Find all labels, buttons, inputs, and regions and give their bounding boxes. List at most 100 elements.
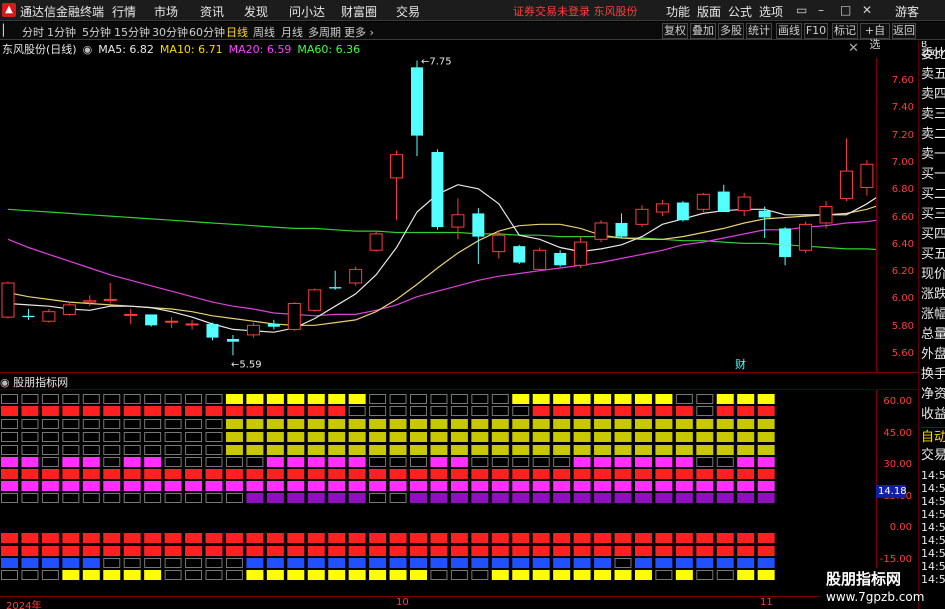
sidebar-time: 14:56 bbox=[921, 482, 945, 495]
indicator-block bbox=[675, 533, 693, 543]
indicator-block bbox=[757, 419, 775, 429]
indicator-block bbox=[471, 546, 489, 556]
indicator-block-empty bbox=[21, 394, 39, 404]
indicator-block bbox=[307, 469, 325, 479]
indicator-block bbox=[82, 558, 100, 568]
indicator-block-empty bbox=[41, 419, 59, 429]
indicator-block bbox=[123, 481, 141, 491]
indicator-block-empty bbox=[21, 570, 39, 580]
indicator-block bbox=[348, 570, 366, 580]
indicator-block bbox=[634, 570, 652, 580]
indicator-block bbox=[348, 469, 366, 479]
indicator-block bbox=[410, 419, 427, 429]
kline-chart[interactable]: ←7.75 ←5.59 财 bbox=[0, 0, 876, 596]
indicator-block bbox=[307, 457, 325, 467]
date-axis: 2024年 10 11 bbox=[0, 596, 918, 609]
indicator-block bbox=[225, 546, 243, 556]
indicator-block bbox=[21, 457, 39, 467]
indicator-block bbox=[287, 493, 305, 503]
indicator-block-empty bbox=[82, 394, 100, 404]
indicator-block bbox=[62, 570, 80, 580]
indicator-block bbox=[225, 406, 243, 416]
indicator-block bbox=[389, 481, 407, 491]
indicator-block bbox=[430, 558, 448, 568]
indicator-block-empty bbox=[164, 570, 182, 580]
indicator-block-empty bbox=[41, 457, 59, 467]
indicator-block bbox=[328, 493, 346, 503]
indicator-block-empty bbox=[123, 558, 141, 568]
indicator-block-empty bbox=[205, 432, 223, 442]
settings-circle-icon[interactable]: ◉ bbox=[0, 376, 10, 389]
indicator-block bbox=[307, 481, 325, 491]
indicator-block bbox=[675, 457, 693, 467]
indicator-block-empty bbox=[389, 493, 407, 503]
indicator-block bbox=[21, 481, 39, 491]
indicator-block bbox=[103, 546, 121, 556]
candle-body bbox=[22, 315, 35, 318]
indicator-block-empty bbox=[185, 457, 203, 467]
indicator-block bbox=[369, 546, 387, 556]
indicator-block bbox=[757, 533, 775, 543]
indicator-block-empty bbox=[62, 419, 80, 429]
indicator-block bbox=[737, 570, 755, 580]
indicator-block bbox=[757, 445, 775, 455]
indicator-block bbox=[164, 469, 182, 479]
indicator-block bbox=[410, 432, 427, 442]
sidebar-outer: 外盘 bbox=[921, 347, 945, 362]
indicator-block-empty bbox=[348, 406, 366, 416]
indicator-block-empty bbox=[185, 570, 203, 580]
indicator-block bbox=[1, 558, 18, 568]
indicator-block bbox=[1, 469, 18, 479]
indicator-block bbox=[553, 419, 571, 429]
price-tick: 7.20 bbox=[891, 129, 914, 141]
indicator-block bbox=[389, 533, 407, 543]
indicator-block bbox=[307, 445, 325, 455]
indicator-block bbox=[471, 558, 489, 568]
indicator-block bbox=[103, 533, 121, 543]
indicator-block bbox=[655, 493, 673, 503]
indicator-block bbox=[594, 481, 612, 491]
indicator-block bbox=[491, 533, 509, 543]
indicator-block bbox=[1, 406, 18, 416]
watermark-url: www.7gpzb.com bbox=[826, 590, 925, 604]
indicator-block bbox=[634, 457, 652, 467]
indicator-block bbox=[410, 469, 427, 479]
candle-body bbox=[574, 241, 588, 266]
sidebar-earnings: 收益 bbox=[921, 407, 945, 422]
indicator-block bbox=[757, 457, 775, 467]
indicator-block bbox=[471, 469, 489, 479]
indicator-block bbox=[205, 546, 223, 556]
price-tick: 6.40 bbox=[891, 238, 914, 250]
indicator-block bbox=[614, 419, 632, 429]
indicator-block bbox=[696, 493, 714, 503]
btn-back[interactable]: 返回 bbox=[892, 23, 916, 39]
indicator-block bbox=[634, 546, 652, 556]
indicator-block bbox=[737, 406, 755, 416]
indicator-block bbox=[266, 445, 284, 455]
indicator-block bbox=[614, 457, 632, 467]
indicator-block bbox=[716, 445, 734, 455]
indicator-block-empty bbox=[491, 394, 509, 404]
user-guest[interactable]: 游客 bbox=[895, 3, 919, 20]
indicator-block-empty bbox=[225, 558, 243, 568]
indicator-block bbox=[205, 481, 223, 491]
indicator-block-empty bbox=[164, 419, 182, 429]
indicator-block bbox=[123, 570, 141, 580]
price-tick: 6.00 bbox=[891, 293, 914, 305]
sidebar-auto[interactable]: 自动 bbox=[921, 427, 945, 447]
indicator-block-empty bbox=[1, 493, 18, 503]
indicator-block bbox=[512, 445, 530, 455]
indicator-block bbox=[144, 481, 162, 491]
indicator-block bbox=[144, 469, 162, 479]
indicator-block bbox=[266, 481, 284, 491]
indicator-block bbox=[62, 558, 80, 568]
indicator-block bbox=[655, 481, 673, 491]
indicator-block bbox=[675, 432, 693, 442]
indicator-block bbox=[614, 432, 632, 442]
indicator-block-empty bbox=[123, 493, 141, 503]
indicator-block bbox=[594, 406, 612, 416]
indicator-block-empty bbox=[21, 432, 39, 442]
candle-body bbox=[267, 323, 280, 327]
indicator-block bbox=[614, 570, 632, 580]
candle-body bbox=[676, 202, 689, 221]
